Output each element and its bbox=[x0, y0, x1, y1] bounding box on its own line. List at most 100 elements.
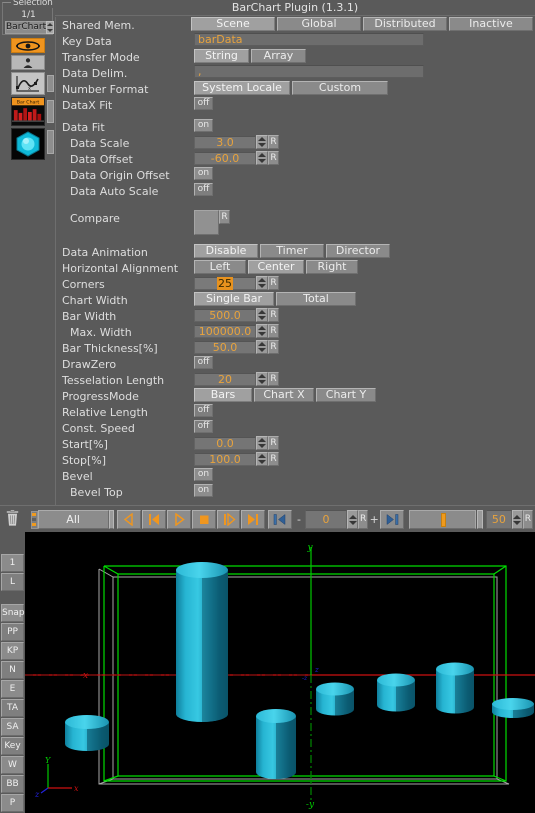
stop-button[interactable] bbox=[191, 510, 216, 529]
n-button[interactable]: N bbox=[1, 661, 24, 679]
reset-button-stop_pct[interactable]: R bbox=[268, 452, 279, 466]
reset-button-max_width[interactable]: R bbox=[268, 324, 279, 338]
bb-button[interactable]: BB bbox=[1, 775, 24, 793]
key-button[interactable]: Key bbox=[1, 737, 24, 755]
reset-button-start_pct[interactable]: R bbox=[268, 436, 279, 450]
frame-reset-button[interactable]: R bbox=[358, 510, 369, 529]
timeline-range-button[interactable]: All bbox=[37, 510, 109, 529]
number-field-tesselation_length[interactable]: 20 bbox=[194, 372, 256, 386]
pp-button[interactable]: PP bbox=[1, 623, 24, 641]
option-horizontal_alignment-1[interactable]: Center bbox=[248, 260, 304, 274]
option-shared_mem-2[interactable]: Distributed bbox=[363, 17, 447, 31]
number-field-data_offset[interactable]: -60.0 bbox=[194, 151, 256, 165]
frame-increment-button[interactable]: + bbox=[368, 513, 380, 526]
object-person-icon[interactable] bbox=[11, 55, 45, 70]
layer-1-button[interactable]: 1 bbox=[1, 554, 24, 572]
option-progress_mode-1[interactable]: Chart X bbox=[254, 388, 314, 402]
text-field-key_data[interactable]: barData bbox=[194, 33, 424, 46]
go-to-previous-key-button[interactable] bbox=[117, 510, 142, 529]
option-data_animation-0[interactable]: Disable bbox=[194, 244, 258, 258]
option-number_format-0[interactable]: System Locale bbox=[194, 81, 290, 95]
stepper-bar_thickness[interactable] bbox=[256, 340, 268, 354]
reset-button-data_offset[interactable]: R bbox=[268, 151, 279, 165]
frame-decrement-button[interactable]: - bbox=[293, 513, 305, 526]
timeline-slider-grip[interactable] bbox=[477, 510, 484, 529]
toggle-draw_zero[interactable]: off bbox=[194, 356, 213, 369]
stepper-stop_pct[interactable] bbox=[256, 452, 268, 466]
ta-button[interactable]: TA bbox=[1, 699, 24, 717]
number-field-data_scale[interactable]: 3.0 bbox=[194, 135, 256, 149]
reset-button-bar_thickness[interactable]: R bbox=[268, 340, 279, 354]
option-data_animation-1[interactable]: Timer bbox=[260, 244, 324, 258]
selection-stepper[interactable] bbox=[46, 21, 55, 34]
frame-stepper[interactable] bbox=[346, 510, 359, 529]
option-progress_mode-0[interactable]: Bars bbox=[194, 388, 252, 402]
selected-object-row[interactable]: BarChart bbox=[5, 21, 55, 34]
stepper-corners[interactable] bbox=[256, 276, 268, 290]
stepper-tesselation_length[interactable] bbox=[256, 372, 268, 386]
number-field-start_pct[interactable]: 0.0 bbox=[194, 436, 256, 450]
sa-button[interactable]: SA bbox=[1, 718, 24, 736]
properties-scroll-area[interactable]: Shared Mem. Scene Global Distributed Inactiv… bbox=[55, 17, 535, 505]
option-shared_mem-1[interactable]: Global bbox=[277, 17, 361, 31]
p-button[interactable]: P bbox=[1, 794, 24, 812]
option-transfer_mode-0[interactable]: String bbox=[194, 49, 249, 63]
visibility-eye-icon[interactable] bbox=[11, 38, 45, 53]
timeline-slider-stepper[interactable] bbox=[511, 510, 523, 529]
3d-viewport[interactable]: y -y -x z -z Y x z bbox=[25, 532, 535, 813]
toggle-bevel_top[interactable]: on bbox=[194, 484, 213, 497]
record-key-left-button[interactable] bbox=[268, 510, 293, 529]
go-to-start-button[interactable] bbox=[142, 510, 166, 529]
reset-button-tesselation_length[interactable]: R bbox=[268, 372, 279, 386]
option-chart_width-0[interactable]: Single Bar bbox=[194, 292, 274, 306]
stepper-data_offset[interactable] bbox=[256, 151, 268, 165]
reset-button-data_scale[interactable]: R bbox=[268, 135, 279, 149]
reset-button-compare[interactable]: R bbox=[219, 210, 230, 224]
stepper-start_pct[interactable] bbox=[256, 436, 268, 450]
number-field-bar_width[interactable]: 500.0 bbox=[194, 308, 256, 322]
color-swatch-compare[interactable] bbox=[194, 210, 219, 235]
toggle-relative_length[interactable]: off bbox=[194, 404, 213, 417]
number-field-stop_pct[interactable]: 100.0 bbox=[194, 452, 256, 466]
timeline-slider[interactable] bbox=[408, 510, 477, 529]
kp-button[interactable]: KP bbox=[1, 642, 24, 660]
reset-button-corners[interactable]: R bbox=[268, 276, 279, 290]
current-frame-field[interactable]: 0 bbox=[304, 510, 347, 529]
play-forward-button[interactable] bbox=[216, 510, 241, 529]
stepper-data_scale[interactable] bbox=[256, 135, 268, 149]
toggle-datax_fit[interactable]: off bbox=[194, 97, 213, 110]
e-button[interactable]: E bbox=[1, 680, 24, 698]
timeline-slider-reset-button[interactable]: R bbox=[522, 510, 533, 529]
toggle-data_origin_offset[interactable]: on bbox=[194, 167, 213, 180]
toggle-bevel[interactable]: on bbox=[194, 468, 213, 481]
stepper-max_width[interactable] bbox=[256, 324, 268, 338]
option-chart_width-1[interactable]: Total bbox=[276, 292, 356, 306]
panel-tab-handle-1[interactable] bbox=[47, 75, 54, 92]
panel-tab-handle-3[interactable] bbox=[47, 130, 54, 154]
toggle-data_auto_scale[interactable]: off bbox=[194, 183, 213, 196]
option-shared_mem-0[interactable]: Scene bbox=[191, 17, 275, 31]
delete-trash-icon[interactable] bbox=[5, 509, 20, 527]
option-horizontal_alignment-2[interactable]: Right bbox=[306, 260, 358, 274]
timeline-slider-value[interactable]: 50 bbox=[486, 510, 512, 529]
bar-chart-icon[interactable]: Bar Chart bbox=[11, 97, 45, 126]
option-number_format-1[interactable]: Custom bbox=[292, 81, 388, 95]
spline-curve-icon[interactable]: x bbox=[11, 72, 45, 95]
reset-button-bar_width[interactable]: R bbox=[268, 308, 279, 322]
selected-object-name[interactable]: BarChart bbox=[5, 21, 47, 34]
snap-button[interactable]: Snap bbox=[1, 604, 25, 622]
timeline-slider-knob[interactable] bbox=[440, 513, 446, 527]
record-key-right-button[interactable] bbox=[380, 510, 404, 529]
option-horizontal_alignment-0[interactable]: Left bbox=[194, 260, 246, 274]
option-progress_mode-2[interactable]: Chart Y bbox=[316, 388, 376, 402]
sphere-object-icon[interactable] bbox=[11, 128, 45, 160]
play-button[interactable] bbox=[166, 510, 191, 529]
go-to-end-button[interactable] bbox=[241, 510, 266, 529]
number-field-corners[interactable]: 25 bbox=[194, 276, 256, 290]
timeline-range-grip[interactable] bbox=[108, 510, 115, 529]
w-button[interactable]: W bbox=[1, 756, 24, 774]
option-transfer_mode-1[interactable]: Array bbox=[251, 49, 306, 63]
lock-button[interactable]: L bbox=[1, 573, 24, 591]
text-field-data_delim[interactable]: , bbox=[194, 65, 424, 78]
toggle-const_speed[interactable]: off bbox=[194, 420, 213, 433]
